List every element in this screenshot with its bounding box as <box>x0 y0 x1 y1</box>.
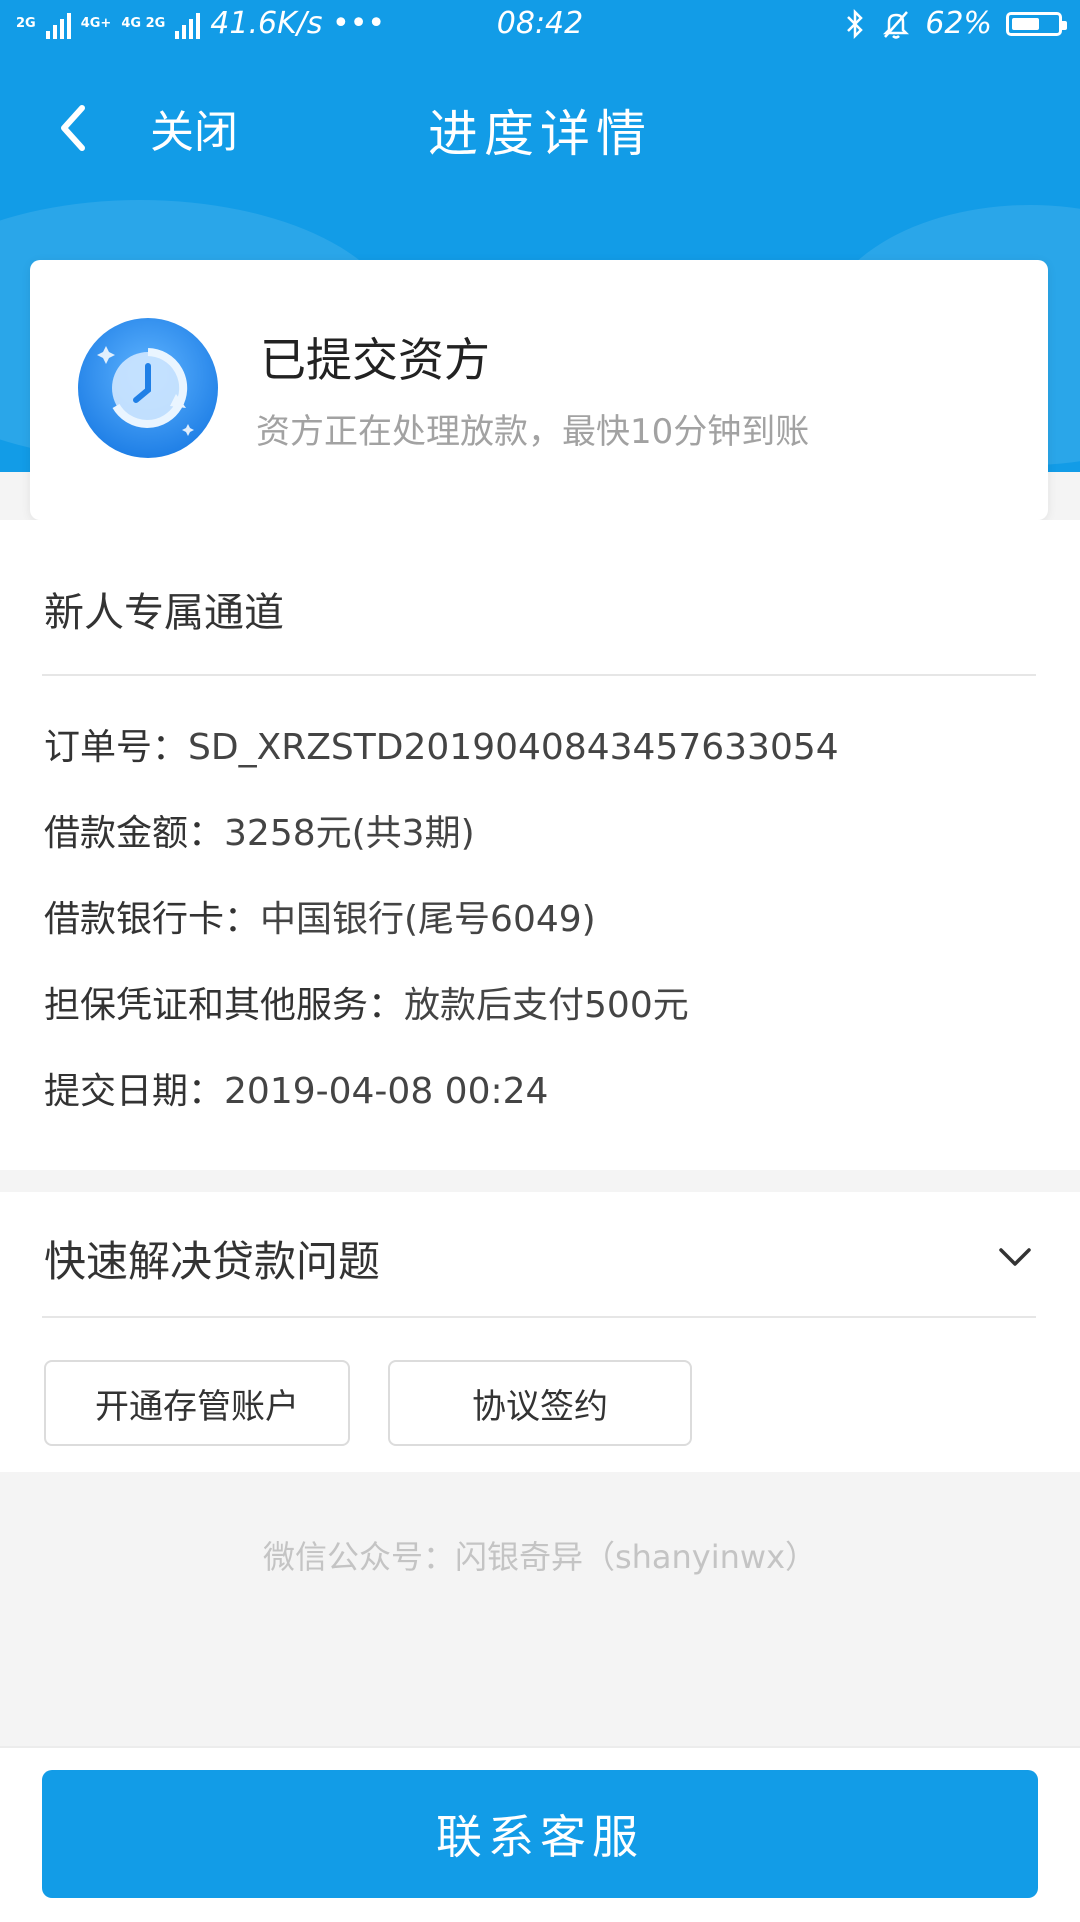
status-subtitle: 资方正在处理放款，最快10分钟到账 <box>256 412 810 452</box>
detail-label: 借款银行卡： <box>44 899 261 940</box>
detail-label: 担保凭证和其他服务： <box>44 985 405 1026</box>
detail-label: 借款金额： <box>44 813 225 854</box>
detail-value: 放款后支付500元 <box>404 985 689 1026</box>
detail-row-guarantee: 担保凭证和其他服务：放款后支付500元 <box>44 976 689 1028</box>
agreement-sign-button[interactable]: 协议签约 <box>388 1360 692 1446</box>
clock-refresh-icon <box>78 318 218 458</box>
wechat-note: 微信公众号：闪银奇异（shanyinwx） <box>262 1538 818 1576</box>
divider <box>42 674 1036 676</box>
quick-solve-title[interactable]: 快速解决贷款问题 <box>44 1228 380 1289</box>
detail-label: 提交日期： <box>44 1071 225 1112</box>
divider <box>42 1316 1036 1318</box>
detail-row-bank-card: 借款银行卡：中国银行(尾号6049) <box>44 890 596 942</box>
detail-row-submit-date: 提交日期：2019-04-08 00:24 <box>44 1062 548 1114</box>
nav-bar: 关闭 进度详情 <box>0 60 1080 200</box>
open-custody-account-button[interactable]: 开通存管账户 <box>44 1360 350 1446</box>
contact-support-button[interactable]: 联系客服 <box>42 1770 1038 1898</box>
chevron-down-icon[interactable] <box>998 1246 1032 1270</box>
battery-percent: 62% <box>925 6 992 41</box>
detail-value: 中国银行(尾号6049) <box>260 899 596 940</box>
detail-value: 2019-04-08 00:24 <box>224 1071 549 1112</box>
mute-bell-icon <box>883 10 910 39</box>
detail-value: SD_XRZSTD20190408434576330​54 <box>188 727 839 768</box>
detail-row-order-id: 订单号：SD_XRZSTD20190408434576330​54 <box>44 718 839 770</box>
page-title: 进度详情 <box>428 105 652 163</box>
status-bar: 2G 4G+ 4G 2G 41.6K/s ••• 08:42 62% <box>0 0 1080 52</box>
status-title: 已提交资方 <box>260 333 490 387</box>
battery-icon <box>1006 11 1067 36</box>
progress-status-card: 已提交资方 资方正在处理放款，最快10分钟到账 <box>30 260 1048 520</box>
channel-title: 新人专属通道 <box>44 590 284 636</box>
bottom-bar: 联系客服 <box>0 1746 1080 1922</box>
quick-solve-section: 快速解决贷款问题 开通存管账户 协议签约 <box>0 1192 1080 1472</box>
detail-label: 订单号： <box>44 727 189 768</box>
status-right: 62% <box>843 6 1067 41</box>
detail-value: 3258元(共3期) <box>224 813 475 854</box>
loan-details: 新人专属通道 订单号：SD_XRZSTD20190408434576330​54… <box>0 520 1080 1170</box>
detail-row-amount: 借款金额：3258元(共3期) <box>44 804 475 856</box>
battery-fill <box>1012 17 1039 30</box>
bluetooth-icon <box>847 8 864 39</box>
